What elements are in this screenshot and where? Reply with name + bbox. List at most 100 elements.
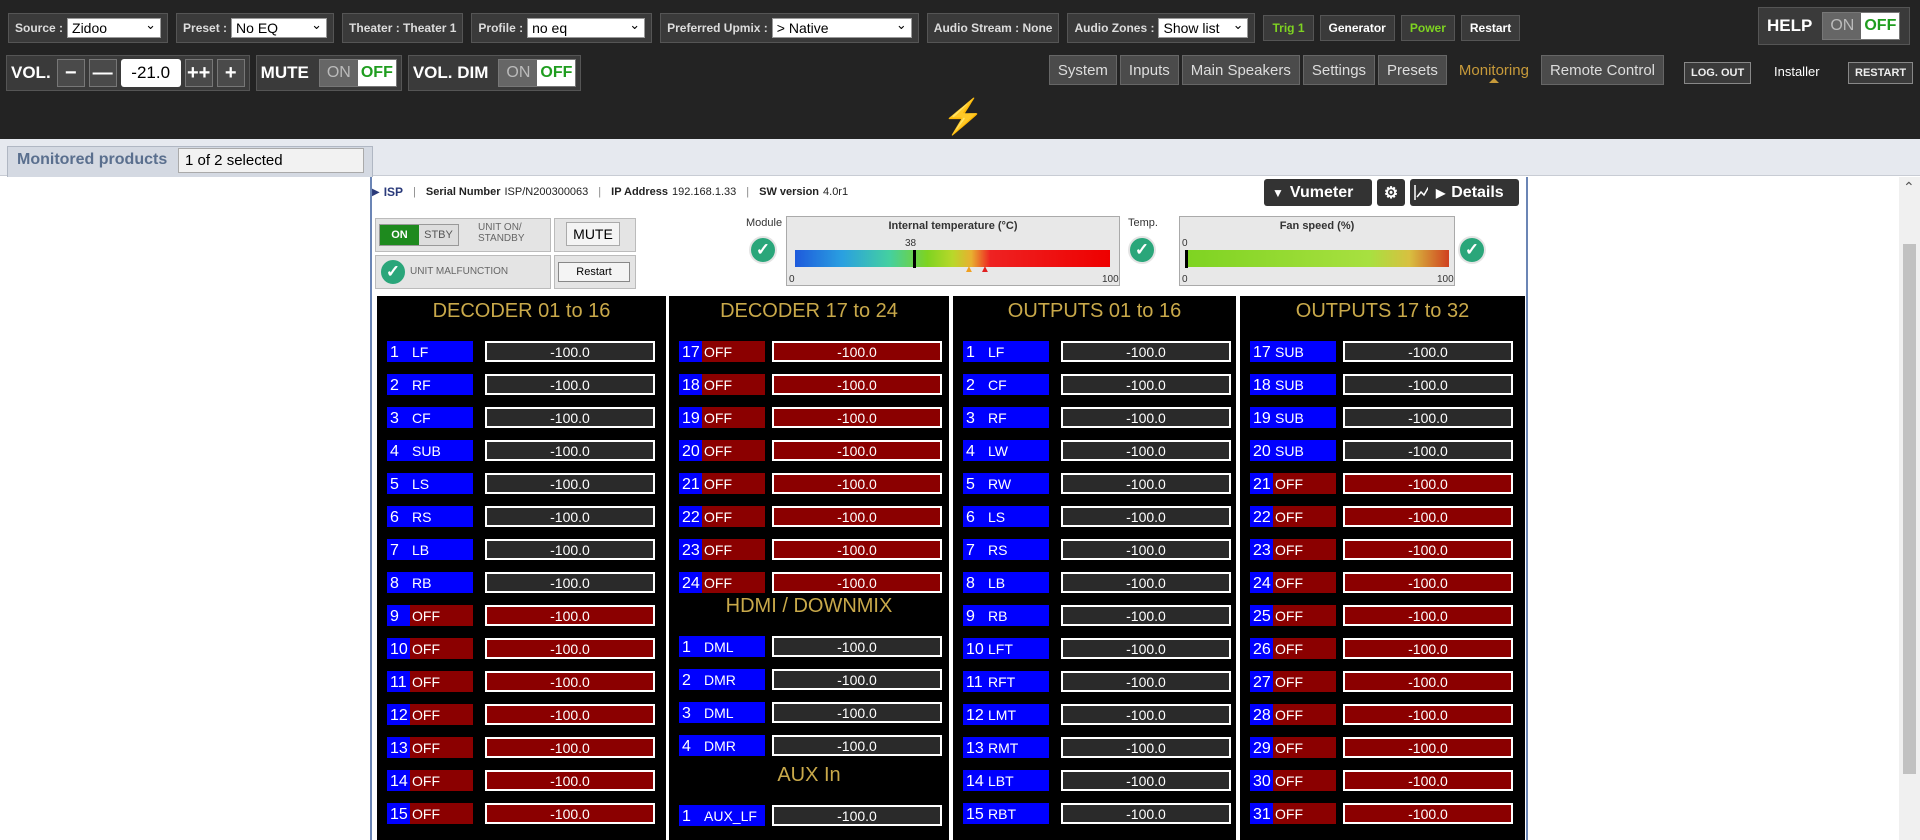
volume-big-plus-button[interactable]: ++ [184, 59, 213, 87]
channel-number: 1 [963, 341, 986, 362]
channel-row: 14 LBT [963, 770, 1051, 791]
channel-label: LB [410, 539, 473, 560]
preset-select[interactable]: No EQ [231, 17, 328, 38]
channel-row: 11 OFF [387, 671, 475, 692]
audio-stream-label: Audio Stream : None [933, 21, 1053, 35]
channel-number: 3 [679, 702, 702, 723]
trig1-button[interactable]: Trig 1 [1263, 15, 1314, 41]
help-toggle[interactable]: ON OFF [1822, 12, 1901, 40]
restart-top-button[interactable]: Restart [1460, 15, 1521, 41]
help-off[interactable]: OFF [1861, 13, 1900, 39]
volume-label: VOL. [11, 63, 51, 82]
volume-input[interactable]: -21.0 [120, 59, 181, 87]
preset-value: No EQ [236, 20, 279, 36]
monitored-selector[interactable]: 1 of 2 selected [178, 148, 364, 173]
theater-group[interactable]: Theater : Theater 1 [342, 13, 464, 43]
source-select[interactable]: Zidoo [67, 17, 162, 38]
channel-label: LW [986, 440, 1049, 461]
channel-number: 9 [963, 605, 986, 626]
generator-button[interactable]: Generator [1319, 15, 1395, 41]
nav-presets[interactable]: Presets [1378, 55, 1447, 85]
module-label: Module [746, 217, 783, 229]
mute-toggle[interactable]: ON OFF [318, 59, 397, 87]
channel-level: -100.0 [772, 473, 942, 494]
vol-dim-on[interactable]: ON [499, 60, 538, 86]
channel-number: 20 [679, 440, 702, 461]
mute-off[interactable]: OFF [357, 60, 396, 86]
channel-number: 4 [387, 440, 410, 461]
channel-row: 3 CF [387, 407, 475, 428]
restart-button[interactable]: RESTART [1848, 62, 1914, 84]
mute-on[interactable]: ON [319, 60, 358, 86]
profile-select[interactable]: no eq [527, 17, 646, 38]
nav-settings[interactable]: Settings [1302, 55, 1376, 85]
vol-dim-off[interactable]: OFF [537, 60, 576, 86]
channel-label: OFF [410, 638, 473, 659]
channel-number: 4 [963, 440, 986, 461]
channel-row: 1 LF [387, 341, 475, 362]
channel-label: RB [410, 572, 473, 593]
channel-number: 20 [1250, 440, 1273, 461]
volume-minus-button[interactable]: − [56, 59, 85, 87]
power-button[interactable]: Power [1400, 15, 1455, 41]
vumeter-button[interactable]: ▼ Vumeter [1264, 179, 1372, 206]
help-on[interactable]: ON [1823, 13, 1862, 39]
channel-label: OFF [702, 407, 765, 428]
channel-number: 17 [679, 341, 702, 362]
nav-remote-control[interactable]: Remote Control [1540, 55, 1664, 85]
channel-level: -100.0 [485, 506, 655, 527]
upmix-select[interactable]: > Native [771, 17, 912, 38]
temperature-needle [913, 250, 916, 268]
volume-big-minus-button[interactable]: — [88, 59, 117, 87]
gear-icon[interactable]: ⚙ [1377, 179, 1405, 206]
channel-label: OFF [702, 506, 765, 527]
on-state[interactable]: ON [380, 225, 419, 245]
channel-number: 12 [963, 704, 986, 725]
channel-number: 9 [387, 605, 410, 626]
unit-restart-button[interactable]: Restart [558, 262, 630, 282]
audio-zones-select[interactable]: Show list [1158, 17, 1249, 38]
details-button[interactable]: ▶ Details [1428, 179, 1519, 206]
channel-row: 4 LW [963, 440, 1051, 461]
expand-arrow-icon[interactable]: ▶ [372, 187, 380, 198]
channel-level: -100.0 [485, 572, 655, 593]
logout-button[interactable]: LOG. OUT [1684, 62, 1752, 84]
channel-row: 5 RW [963, 473, 1051, 494]
nav-monitoring[interactable]: Monitoring [1449, 55, 1538, 85]
channel-level: -100.0 [1061, 704, 1231, 725]
channel-row: 29 OFF [1250, 737, 1338, 758]
channel-row: 9 OFF [387, 605, 475, 626]
channel-level: -100.0 [485, 638, 655, 659]
channel-label: RF [986, 407, 1049, 428]
vumeter-label: Vumeter [1289, 183, 1354, 201]
channel-number: 15 [387, 803, 410, 824]
channel-row: 1 AUX_LF [679, 805, 767, 826]
channel-number: 8 [963, 572, 986, 593]
vol-dim-toggle[interactable]: ON OFF [498, 59, 577, 87]
channel-label: LBT [986, 770, 1049, 791]
unit-mute-button[interactable]: MUTE [566, 222, 620, 246]
nav-inputs[interactable]: Inputs [1119, 55, 1179, 85]
scrollbar-thumb[interactable] [1903, 244, 1916, 774]
fan-min: 0 [1182, 274, 1188, 285]
play-icon: ▶ [1436, 185, 1446, 200]
channel-number: 4 [679, 735, 702, 756]
nav-system[interactable]: System [1048, 55, 1117, 85]
scroll-up-icon[interactable]: ⌃ [1903, 179, 1915, 196]
onoff-toggle[interactable]: ON STBY [379, 224, 459, 246]
channel-label: OFF [702, 572, 765, 593]
channel-number: 11 [387, 671, 410, 692]
channel-label: OFF [702, 374, 765, 395]
temperature-min: 0 [789, 274, 795, 285]
volume-plus-button[interactable]: + [216, 59, 245, 87]
temp-label: Temp. [1128, 217, 1158, 229]
channel-number: 15 [963, 803, 986, 824]
channel-label: LFT [986, 638, 1049, 659]
stby-state[interactable]: STBY [419, 225, 458, 245]
channel-level: -100.0 [1343, 803, 1513, 824]
channel-label: OFF [1273, 572, 1336, 593]
nav-main-speakers[interactable]: Main Speakers [1181, 55, 1300, 85]
profile-label: Profile : [478, 21, 524, 35]
help-toggle-group: HELP ON OFF [1758, 7, 1910, 45]
channel-level: -100.0 [1061, 671, 1231, 692]
